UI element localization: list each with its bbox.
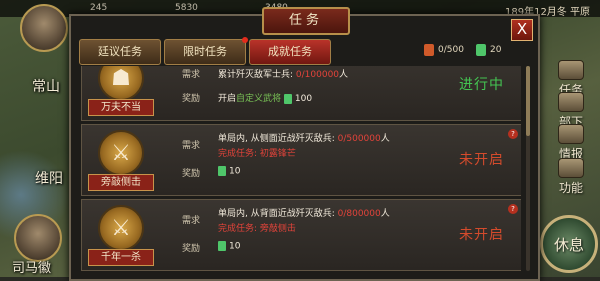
requirement-text: 累计歼灭敌军士兵: 0/100000人 xyxy=(218,70,349,80)
reward-text: 10 xyxy=(218,166,240,177)
city-label-2[interactable]: 维阳 xyxy=(35,168,63,188)
task-name: 万夫不当 xyxy=(88,99,154,116)
jade-resource: 20 xyxy=(476,43,501,57)
close-button[interactable]: X xyxy=(511,19,533,41)
reward-label: 奖励 xyxy=(182,169,201,179)
scrollbar-thumb[interactable] xyxy=(526,66,530,136)
task-card: ⚔ 旁敲侧击 需求 单局内, 从侧面近战歼灭敌兵: 0/500000人 完成任务… xyxy=(81,124,521,196)
house-icon xyxy=(558,124,584,144)
task-card: ⚔ 千年一杀 需求 单局内, 从背面近战歼灭敌兵: 0/800000人 完成任务… xyxy=(81,199,521,271)
jade-icon xyxy=(283,93,292,104)
dialog-title: 任务 xyxy=(262,7,350,35)
task-name: 千年一杀 xyxy=(88,249,154,266)
reward-label: 奖励 xyxy=(182,244,201,254)
requirement-label: 需求 xyxy=(182,141,201,151)
order-token-icon xyxy=(424,43,434,56)
status-locked: 未开启 xyxy=(459,227,504,243)
prerequisite-text: 完成任务: 初露锋芒 xyxy=(218,149,296,159)
requirement-text: 单局内, 从侧面近战歼灭敌兵: 0/500000人 xyxy=(218,134,390,144)
commander-avatar[interactable] xyxy=(14,214,62,262)
player-avatar[interactable] xyxy=(20,4,68,52)
task-dialog: 任务 X 廷议任务 限时任务 成就任务 0/500 20 ☗ 万夫不当 需求 累… xyxy=(69,7,540,281)
city-label-1[interactable]: 常山 xyxy=(32,76,60,96)
notification-dot xyxy=(242,37,248,43)
help-icon[interactable]: ? xyxy=(508,204,518,214)
tab-limited[interactable]: 限时任务 xyxy=(164,37,248,65)
scrollbar[interactable] xyxy=(526,66,530,271)
stat-2: 5830 xyxy=(175,3,198,13)
task-name: 旁敲侧击 xyxy=(88,174,154,191)
help-icon[interactable]: ? xyxy=(508,129,518,139)
tab-court[interactable]: 廷议任务 xyxy=(79,39,161,65)
task-list[interactable]: ☗ 万夫不当 需求 累计歼灭敌军士兵: 0/100000人 奖励 开启自定义武将… xyxy=(81,66,521,279)
stat-1: 245 xyxy=(90,3,108,13)
tab-achievement[interactable]: 成就任务 xyxy=(249,39,331,65)
commander-name: 司马徽 xyxy=(12,261,52,276)
jade-icon xyxy=(218,166,226,176)
status-in-progress: 进行中 xyxy=(459,77,504,93)
requirement-label: 需求 xyxy=(182,70,201,80)
jade-icon xyxy=(476,43,486,56)
task-card: ☗ 万夫不当 需求 累计歼灭敌军士兵: 0/100000人 奖励 开启自定义武将… xyxy=(81,66,521,121)
crossed-swords-icon: ⚔ xyxy=(98,130,144,176)
jade-icon xyxy=(218,241,226,251)
order-resource: 0/500 xyxy=(424,43,464,57)
reward-label: 奖励 xyxy=(182,94,201,104)
tools-icon xyxy=(558,158,584,178)
side-menu-functions[interactable]: 功能 xyxy=(548,158,594,196)
helmet-icon xyxy=(558,92,584,112)
achievement-badge-icon: ☗ xyxy=(98,66,144,101)
reward-text: 10 xyxy=(218,241,240,252)
reward-text: 开启自定义武将 100 xyxy=(218,93,313,104)
side-menu-intel[interactable]: 情报 xyxy=(548,124,594,162)
scroll-icon xyxy=(558,60,584,80)
requirement-label: 需求 xyxy=(182,216,201,226)
requirement-text: 单局内, 从背面近战歼灭敌兵: 0/800000人 xyxy=(218,209,390,219)
crossed-swords-icon: ⚔ xyxy=(98,205,144,251)
status-locked: 未开启 xyxy=(459,152,504,168)
prerequisite-text: 完成任务: 旁敲侧击 xyxy=(218,224,296,234)
rest-button[interactable]: 休息 xyxy=(540,215,598,273)
